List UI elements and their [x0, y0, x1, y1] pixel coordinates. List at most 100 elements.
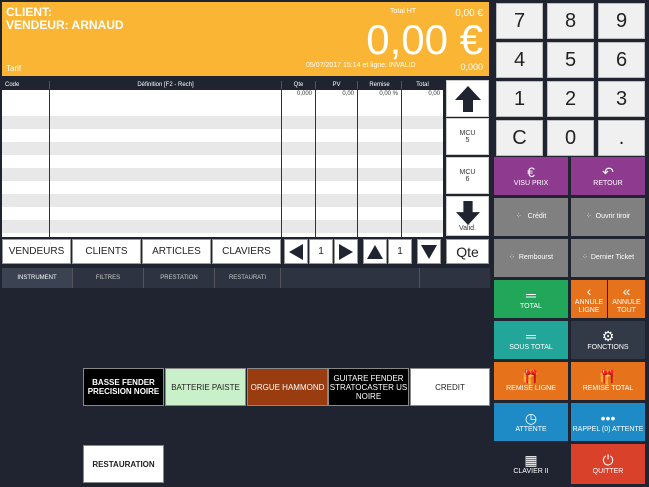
key-1[interactable]: 1: [496, 81, 543, 117]
table-row[interactable]: [2, 181, 443, 194]
table-row[interactable]: [2, 194, 443, 207]
product-batterie-paiste[interactable]: BATTERIE PAISTE: [165, 368, 246, 406]
rappel-attente-button[interactable]: ••• RAPPEL (0) ATTENTE: [571, 403, 645, 441]
remise-total-button[interactable]: 🎁 REMISE TOTAL: [571, 362, 645, 400]
product-credit[interactable]: CREDIT: [410, 368, 490, 406]
equals-icon: ═: [526, 328, 536, 344]
table-cell: [2, 194, 50, 207]
product-restauration[interactable]: RESTAURATION: [83, 445, 164, 483]
mcu6-button[interactable]: MCU 6: [446, 157, 489, 194]
product-orgue-hammond[interactable]: ORGUE HAMMOND: [247, 368, 328, 406]
scroll-up-small-button[interactable]: [363, 239, 387, 264]
table-cell: [50, 233, 282, 237]
credit-button[interactable]: ⁘ Crédit: [494, 198, 568, 236]
tab-prestation[interactable]: PRESTATION: [144, 268, 215, 288]
remise-ligne-label: REMISE LIGNE: [506, 385, 556, 392]
key-5[interactable]: 5: [547, 42, 594, 78]
next-page-button[interactable]: [334, 239, 358, 264]
ouvrir-tiroir-button[interactable]: ⁘ Ouvrir tiroir: [571, 198, 645, 236]
table-cell: [358, 220, 402, 233]
table-row[interactable]: [2, 103, 443, 116]
table-cell: [402, 168, 443, 181]
table-cell: [2, 142, 50, 155]
attente-button[interactable]: ◷ ATTENTE: [494, 403, 568, 441]
table-row[interactable]: [2, 220, 443, 233]
table-row[interactable]: [2, 155, 443, 168]
key-8[interactable]: 8: [547, 3, 594, 39]
table-cell: [50, 207, 282, 220]
ticket-table[interactable]: Code Définition [F2 - Rech] Qte PV Remis…: [2, 80, 443, 237]
cell-qte: 0,000: [282, 90, 316, 103]
visu-prix-button[interactable]: € VISU PRIX: [494, 157, 568, 195]
table-cell: [316, 129, 358, 142]
annule-ligne-label: ANNULE LIGNE: [574, 299, 604, 314]
more-dots-icon: •••: [600, 410, 616, 426]
key-0[interactable]: 0: [547, 120, 594, 156]
remise-ligne-button[interactable]: 🎁 REMISE LIGNE: [494, 362, 568, 400]
tab-filtres[interactable]: FILTRES: [73, 268, 144, 288]
tarif-label: Tarif: [6, 64, 22, 73]
clavier-button[interactable]: ▦ CLAVIER II: [494, 444, 568, 484]
table-row[interactable]: [2, 233, 443, 237]
mcu5-button[interactable]: MCU 5: [446, 118, 489, 155]
table-header: Code Définition [F2 - Rech] Qte PV Remis…: [2, 80, 443, 90]
retour-button[interactable]: ↶ RETOUR: [571, 157, 645, 195]
col-code: Code: [2, 81, 50, 89]
table-cell: [358, 181, 402, 194]
key-dot[interactable]: .: [598, 120, 645, 156]
annule-tout-button[interactable]: « ANNULE TOUT: [608, 280, 645, 318]
double-chevron-left-icon: «: [622, 283, 631, 299]
tab-instrument[interactable]: INSTRUMENT: [2, 268, 73, 288]
key-c[interactable]: C: [496, 120, 543, 156]
dots-icon: ⁘: [585, 213, 592, 220]
qte-button[interactable]: Qte: [446, 239, 489, 264]
sous-total-label: SOUS TOTAL: [509, 344, 553, 351]
attente-label: ATTENTE: [515, 426, 547, 433]
table-cell: [316, 207, 358, 220]
tab-restaurati[interactable]: RESTAURATI: [215, 268, 281, 288]
product-basse-fender[interactable]: BASSE FENDER PRECISION NOIRE: [83, 368, 164, 406]
table-cell: [358, 168, 402, 181]
rembourst-button[interactable]: ⁘ Rembourst: [494, 239, 568, 277]
gear-icon: ⚙: [601, 328, 615, 344]
claviers-button[interactable]: CLAVIERS: [212, 239, 281, 264]
key-9[interactable]: 9: [598, 3, 645, 39]
key-3[interactable]: 3: [598, 81, 645, 117]
fonctions-button[interactable]: ⚙ FONCTIONS: [571, 321, 645, 359]
table-row[interactable]: 0,000 0,00 0,00 % 0,00: [2, 90, 443, 103]
datetime-label: 05/07/2017 15:14 et ligne: INVALID: [306, 62, 416, 69]
table-row[interactable]: [2, 116, 443, 129]
table-row[interactable]: [2, 207, 443, 220]
table-cell: [316, 116, 358, 129]
sous-total-button[interactable]: ═ SOUS TOTAL: [494, 321, 568, 359]
table-cell: [316, 142, 358, 155]
total-button[interactable]: ═ TOTAL: [494, 280, 568, 318]
table-cell: [50, 220, 282, 233]
gift-icon: 🎁: [599, 369, 617, 385]
dernier-ticket-button[interactable]: ⁘ Dernier Ticket: [571, 239, 645, 277]
key-2[interactable]: 2: [547, 81, 594, 117]
credit-label: Crédit: [527, 213, 547, 220]
scroll-up-button[interactable]: [446, 80, 489, 117]
total-amount: 0,00 €: [366, 16, 483, 63]
scroll-down-small-button[interactable]: [417, 239, 441, 264]
client-vendeur-info: CLIENT: VENDEUR: ARNAUD: [6, 6, 124, 32]
table-cell: [2, 129, 50, 142]
table-body[interactable]: 0,000 0,00 0,00 % 0,00: [2, 90, 443, 237]
quitter-button[interactable]: ⏻ QUITTER: [571, 444, 645, 484]
vendeurs-button[interactable]: VENDEURS: [2, 239, 71, 264]
table-row[interactable]: [2, 142, 443, 155]
product-guitare-fender[interactable]: GUITARE FENDER STRATOCASTER US NOIRE: [328, 368, 409, 406]
annule-ligne-button[interactable]: ‹ ANNULE LIGNE: [571, 280, 607, 318]
articles-button[interactable]: ARTICLES: [142, 239, 211, 264]
table-row[interactable]: [2, 168, 443, 181]
table-cell: [50, 142, 282, 155]
key-4[interactable]: 4: [496, 42, 543, 78]
annule-tout-label: ANNULE TOUT: [612, 299, 641, 314]
key-7[interactable]: 7: [496, 3, 543, 39]
table-row[interactable]: [2, 129, 443, 142]
clients-button[interactable]: CLIENTS: [72, 239, 141, 264]
prev-page-button[interactable]: [284, 239, 308, 264]
key-6[interactable]: 6: [598, 42, 645, 78]
valid-down-button[interactable]: Valid.: [446, 196, 489, 236]
